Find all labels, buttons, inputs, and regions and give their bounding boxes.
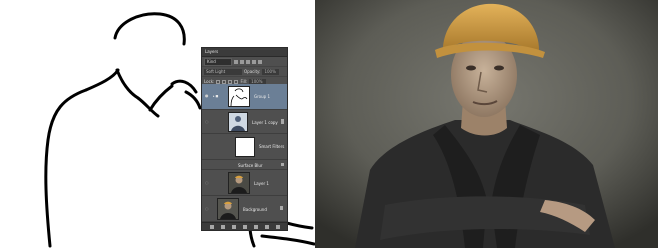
shape-filter-icon[interactable]: [252, 59, 256, 64]
type-filter-icon[interactable]: [246, 59, 250, 64]
layer-name-surface-blur: Surface Blur: [238, 163, 263, 168]
adjustment-filter-icon[interactable]: [240, 59, 244, 64]
layer-thumbnail: [217, 198, 239, 220]
opacity-label: Opacity:: [244, 69, 261, 74]
lock-icon: [280, 206, 283, 210]
layer-name-group-1: Group 1: [254, 94, 270, 99]
visibility-eye-icon[interactable]: ○: [205, 180, 211, 185]
smart-object-filter-icon[interactable]: [258, 59, 262, 64]
layer-row-smart-filters[interactable]: Smart Filters: [202, 134, 287, 160]
filter-kind-select[interactable]: Kind: [204, 57, 232, 66]
smart-object-icon: [281, 119, 284, 124]
visibility-eye-icon[interactable]: ○: [205, 119, 211, 124]
portrait-thumbnail: [229, 113, 247, 131]
new-group-icon[interactable]: [253, 224, 258, 229]
layer-name: ▸ ■: [213, 94, 219, 98]
layer-name-smart-filters: Smart Filters: [259, 144, 285, 149]
portrait-thumbnail: [229, 173, 249, 193]
layer-row-group-1[interactable]: ● ▸ ■ Group 1: [202, 84, 287, 110]
layer-row-layer-1[interactable]: ○ Layer 1: [202, 170, 287, 196]
blend-row: Soft Light Opacity: 100%: [202, 67, 287, 77]
layer-thumbnail: [228, 112, 248, 132]
layer-row-background[interactable]: ○ Background: [202, 196, 287, 222]
link-layers-icon[interactable]: [209, 224, 214, 229]
adjustment-layer-icon[interactable]: [242, 224, 247, 229]
new-layer-icon[interactable]: [264, 224, 269, 229]
delete-layer-icon[interactable]: [275, 224, 280, 229]
layer-row-layer-1-copy[interactable]: ○ Layer 1 copy: [202, 110, 287, 134]
visibility-eye-icon[interactable]: ○: [205, 206, 211, 211]
layers-panel-footer: [202, 222, 287, 230]
sketch-thumbnail: [230, 88, 248, 107]
filter-options-icon[interactable]: [281, 163, 284, 166]
lock-position-icon[interactable]: [228, 79, 233, 84]
layer-style-icon[interactable]: [220, 224, 225, 229]
layer-name-background: Background: [243, 207, 267, 212]
layer-name-layer-1: Layer 1: [254, 181, 269, 186]
smart-filter-mask-thumbnail: [235, 137, 255, 157]
layer-thumbnail: [228, 172, 250, 194]
layers-panel: Layers Kind Soft Light Opacity: 100% Loc…: [201, 47, 288, 231]
portrait-thumbnail: [218, 199, 238, 219]
worker-portrait-photo: [315, 0, 658, 248]
layer-row-surface-blur[interactable]: Surface Blur: [202, 160, 287, 170]
opacity-field[interactable]: 100%: [262, 68, 280, 75]
pixel-filter-icon[interactable]: [234, 59, 238, 64]
layer-thumbnail: [228, 86, 250, 107]
tab-layers[interactable]: Layers: [202, 48, 287, 57]
blend-mode-select[interactable]: Soft Light: [204, 68, 242, 75]
lock-all-icon[interactable]: [234, 79, 239, 84]
filter-row: Kind: [202, 57, 287, 67]
add-mask-icon[interactable]: [231, 224, 236, 229]
layer-name-layer-1-copy: Layer 1 copy: [252, 120, 278, 125]
lock-transparent-icon[interactable]: [216, 79, 221, 84]
visibility-eye-icon[interactable]: ●: [205, 93, 211, 98]
lock-pixels-icon[interactable]: [222, 79, 227, 84]
